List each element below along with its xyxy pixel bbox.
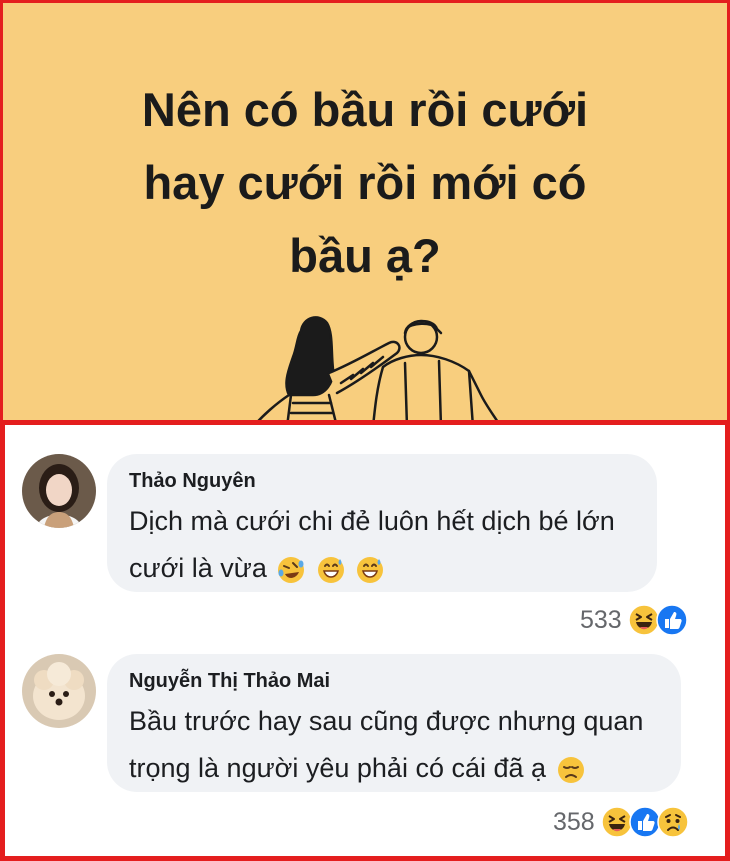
- reaction-count: 533: [580, 605, 622, 634]
- comment-author[interactable]: Thảo Nguyên: [129, 470, 256, 493]
- comment-text-line-with-emojis: cưới là vừa: [129, 545, 615, 592]
- grinning-sweat-emoji: [357, 556, 384, 583]
- reactions-summary[interactable]: 533: [580, 604, 688, 636]
- avatar-photo: [22, 654, 96, 728]
- comment-text-line: trọng là người yêu phải có cái đã ạ: [129, 753, 547, 783]
- poster-title: Nên có bầu rồi cưới hay cưới rồi mới có …: [3, 73, 727, 292]
- reactions-summary[interactable]: 358: [553, 806, 689, 838]
- comment-text-line: Dịch mà cưới chi đẻ luôn hết dịch bé lớn: [129, 506, 615, 536]
- like-reaction-icon: [655, 604, 688, 636]
- grinning-sweat-emoji: [317, 556, 344, 583]
- comment-text-line-with-emojis: trọng là người yêu phải có cái đã ạ: [129, 745, 643, 792]
- poster-title-line: Nên có bầu rồi cưới: [141, 83, 589, 136]
- comment-bubble[interactable]: Nguyễn Thị Thảo Mai Bầu trước hay sau cũ…: [107, 654, 681, 792]
- poster-title-line: hay cưới rồi mới có: [143, 156, 587, 209]
- couple-illustration: [253, 316, 501, 424]
- comment-author[interactable]: Nguyễn Thị Thảo Mai: [129, 670, 330, 693]
- poster-image: Nên có bầu rồi cưới hay cưới rồi mới có …: [0, 0, 730, 424]
- rolling-laughing-emoji: [278, 556, 305, 583]
- comment-text-line: cưới là vừa: [129, 553, 267, 583]
- comment-text: Bầu trước hay sau cũng được nhưng quan t…: [129, 698, 643, 792]
- avatar[interactable]: [22, 454, 96, 528]
- comment-text: Dịch mà cưới chi đẻ luôn hết dịch bé lớn…: [129, 498, 615, 592]
- avatar-photo: [22, 454, 96, 528]
- comment-bubble[interactable]: Thảo Nguyên Dịch mà cưới chi đẻ luôn hết…: [107, 454, 657, 592]
- avatar[interactable]: [22, 654, 96, 728]
- comments-section: Thảo Nguyên Dịch mà cưới chi đẻ luôn hết…: [0, 420, 730, 861]
- reaction-count: 358: [553, 807, 595, 836]
- sad-reaction-icon: [656, 806, 689, 838]
- disappointed-face-emoji: [557, 756, 584, 783]
- poster-title-line: bầu ạ?: [289, 229, 441, 282]
- comment-text-line: Bầu trước hay sau cũng được nhưng quan: [129, 706, 644, 736]
